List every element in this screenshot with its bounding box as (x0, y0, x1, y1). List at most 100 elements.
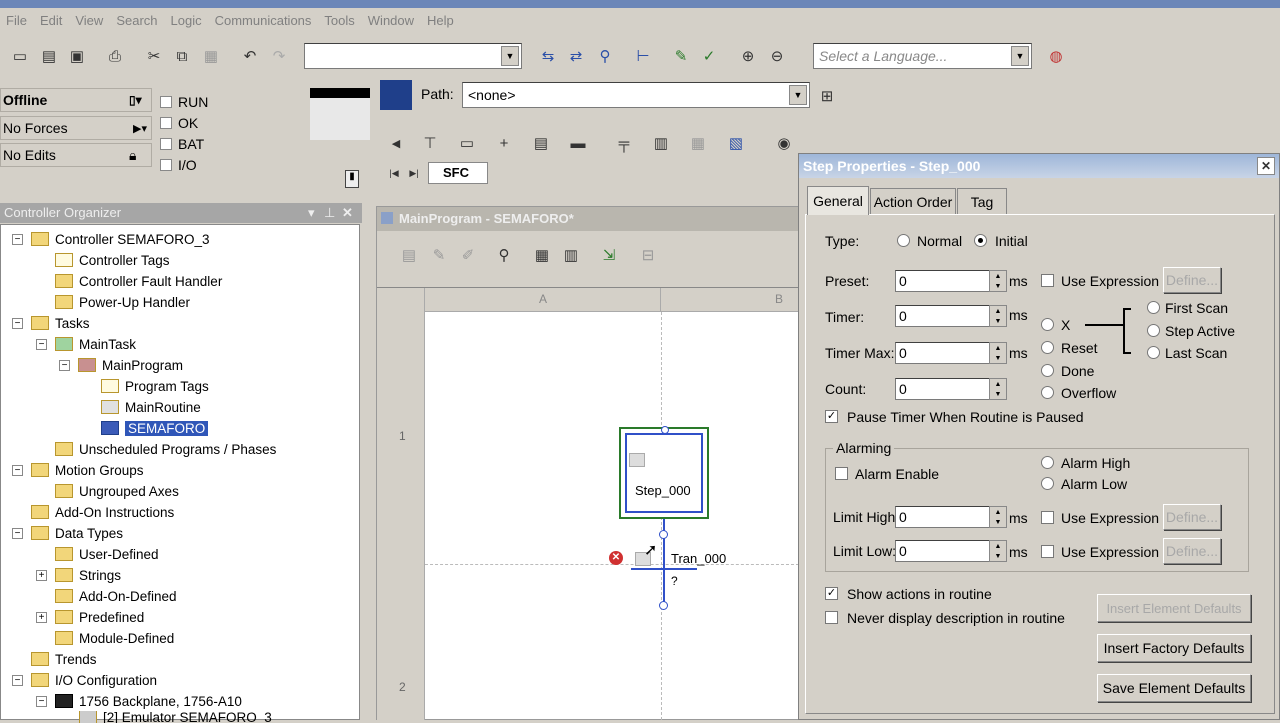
menu-window[interactable]: Window (368, 13, 414, 28)
stop-icon[interactable]: ◉ (772, 131, 796, 155)
preset-input[interactable]: 0 (895, 270, 991, 292)
collapse-icon[interactable]: − (12, 318, 23, 329)
menu-logic[interactable]: Logic (171, 13, 202, 28)
step-icon[interactable]: ⊤ (418, 131, 442, 155)
path-select[interactable]: <none> ▼ (462, 82, 810, 108)
preset-define-button[interactable]: Define... (1163, 267, 1221, 293)
tree-item-user-defined[interactable]: User-Defined (55, 544, 159, 564)
tree-item-trends[interactable]: Trends (31, 649, 97, 669)
add-step-icon[interactable]: ▭ (455, 131, 479, 155)
done-radio[interactable] (1041, 364, 1054, 377)
properties-icon[interactable]: ▤ (397, 243, 421, 267)
transition-condition[interactable]: ? (671, 574, 678, 588)
type-normal-radio[interactable] (897, 234, 910, 247)
tree-item-controller[interactable]: Controller SEMAFORO_3 (31, 229, 210, 249)
pin-icon[interactable]: ⊥ (324, 203, 335, 223)
tree-item-semaforo[interactable]: SEMAFORO (101, 418, 209, 438)
collapse-icon[interactable]: − (59, 360, 70, 371)
collapse-icon[interactable]: − (12, 234, 23, 245)
expand-icon[interactable]: + (36, 612, 47, 623)
limit-high-define-button[interactable]: Define... (1163, 504, 1221, 530)
connection-pin[interactable] (659, 601, 668, 610)
search-icon[interactable]: ⚲ (492, 243, 516, 267)
verify-controller-icon[interactable]: ⇄ (564, 44, 588, 68)
alarm-high-radio[interactable] (1041, 456, 1054, 469)
grid-lines-icon[interactable]: ▥ (559, 243, 583, 267)
text-box-icon[interactable]: ▬ (566, 131, 590, 155)
action-toggle-icon[interactable] (629, 453, 645, 467)
tree-item-motion-groups[interactable]: Motion Groups (31, 460, 144, 480)
count-spinner[interactable]: ▲ ▼ (989, 378, 1007, 400)
collapse-icon[interactable]: − (12, 465, 23, 476)
x-radio[interactable] (1041, 318, 1054, 331)
tree-item-strings[interactable]: Strings (55, 565, 121, 585)
tab-tag[interactable]: Tag (957, 188, 1007, 214)
insert-factory-defaults-button[interactable]: Insert Factory Defaults (1097, 634, 1251, 662)
tab-scroll-right-icon[interactable]: ▶| (402, 161, 426, 185)
insert-element-defaults-button[interactable]: Insert Element Defaults (1097, 594, 1251, 622)
first-scan-radio[interactable] (1147, 301, 1160, 314)
tree-item-addon-instructions[interactable]: Add-On Instructions (31, 502, 174, 522)
tree-item-tasks[interactable]: Tasks (31, 313, 90, 333)
tree-icon[interactable]: ⊢ (631, 44, 655, 68)
preset-use-expression-checkbox[interactable] (1041, 274, 1054, 287)
forces-status[interactable]: No Forces ▶▾ (0, 116, 152, 140)
type-initial-radio[interactable] (974, 234, 987, 247)
print-icon[interactable]: ⎙ (103, 44, 127, 68)
limit-high-input[interactable]: 0 (895, 506, 991, 528)
chevron-down-icon[interactable]: ▼ (501, 46, 519, 66)
tree-item-unscheduled[interactable]: Unscheduled Programs / Phases (55, 439, 276, 459)
selection-branch-icon[interactable]: ▥ (649, 131, 673, 155)
limit-low-input[interactable]: 0 (895, 540, 991, 562)
tree-item-addon-defined[interactable]: Add-On-Defined (55, 586, 177, 606)
cut-icon[interactable]: ✂ (142, 44, 166, 68)
language-select[interactable]: Select a Language... ▼ (813, 43, 1032, 69)
close-icon[interactable]: ✕ (1257, 157, 1275, 175)
edits-status[interactable]: No Edits 🔒︎ (0, 143, 152, 167)
tree-item-module-defined[interactable]: Module-Defined (55, 628, 174, 648)
tree-item-maintask[interactable]: MainTask (55, 334, 136, 354)
sfc-step[interactable]: Step_000 (619, 426, 709, 519)
save-icon[interactable]: ▣ (65, 44, 89, 68)
chevron-down-icon[interactable]: ▼ (789, 85, 807, 105)
timermax-input[interactable]: 0 (895, 342, 991, 364)
close-icon[interactable]: ✕ (342, 203, 353, 223)
verify-icon[interactable]: ⇆ (536, 44, 560, 68)
tree-item-ungrouped-axes[interactable]: Ungrouped Axes (55, 481, 179, 501)
connection-pin[interactable] (659, 530, 668, 539)
align-icon[interactable]: ⊟ (636, 243, 660, 267)
timer-spinner[interactable]: ▲ ▼ (989, 305, 1007, 327)
menu-view[interactable]: View (75, 13, 103, 28)
timermax-spinner[interactable]: ▲ ▼ (989, 342, 1007, 364)
edit-tags-icon[interactable]: ✐ (456, 243, 480, 267)
menu-communications[interactable]: Communications (215, 13, 312, 28)
pause-timer-checkbox[interactable]: ✓ (825, 410, 838, 423)
transition-bar[interactable] (631, 568, 697, 570)
tree-item-predefined[interactable]: Predefined (55, 607, 144, 627)
toolbar-combo[interactable]: ▼ (304, 43, 522, 69)
redo-icon[interactable]: ↷ (267, 44, 291, 68)
check-icon[interactable]: ✓ (697, 44, 721, 68)
who-active-icon[interactable]: ⊞ (815, 84, 839, 108)
subroutine-icon[interactable]: ▧ (724, 131, 748, 155)
alarm-enable-checkbox[interactable] (835, 467, 848, 480)
limit-high-spinner[interactable]: ▲ ▼ (989, 506, 1007, 528)
new-file-icon[interactable]: ▭ (8, 44, 32, 68)
tab-sfc[interactable]: SFC (428, 162, 488, 184)
menu-tools[interactable]: Tools (324, 13, 354, 28)
action-icon[interactable]: ▤ (529, 131, 553, 155)
tab-action-order[interactable]: Action Order (870, 188, 956, 214)
panel-toggle-icon[interactable]: ▮ (345, 170, 359, 188)
tree-item-io-config[interactable]: I/O Configuration (31, 670, 157, 690)
step-input-pin[interactable] (661, 426, 669, 434)
preset-spinner[interactable]: ▲ ▼ (989, 270, 1007, 292)
limit-high-use-expression-checkbox[interactable] (1041, 511, 1054, 524)
tree-item-emulator[interactable]: [2] Emulator SEMAFORO_3 (79, 711, 272, 723)
last-scan-radio[interactable] (1147, 346, 1160, 359)
tree-item-controller-tags[interactable]: Controller Tags (55, 250, 170, 270)
undo-icon[interactable]: ↶ (238, 44, 262, 68)
paste-icon[interactable]: ▦ (199, 44, 223, 68)
edit-icon[interactable]: ✎ (427, 243, 451, 267)
globe-icon[interactable]: ◍ (1044, 44, 1068, 68)
tab-general[interactable]: General (807, 186, 869, 215)
